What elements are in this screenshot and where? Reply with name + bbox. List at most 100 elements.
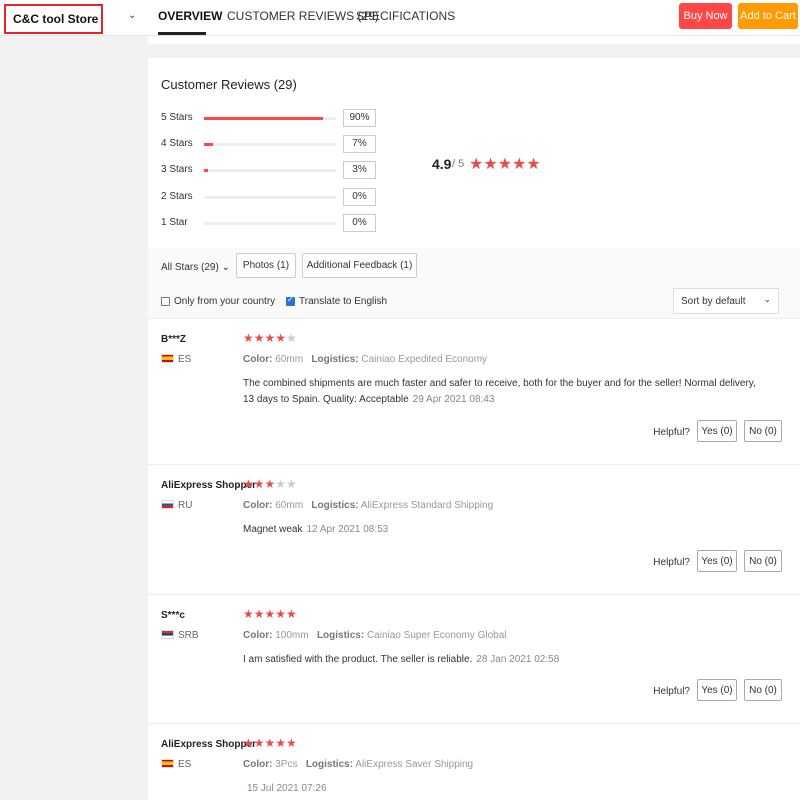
only-country-label: Only from your country	[174, 296, 276, 307]
chevron-down-icon: ⌄	[763, 294, 771, 304]
review-text: Magnet weak 12 Apr 2021 08:53	[243, 522, 763, 538]
rating-row-5[interactable]: 5 Stars 90%	[161, 109, 391, 127]
color-key: Color:	[243, 500, 273, 511]
reviews-panel: Customer Reviews (29) 5 Stars 90% 4 Star…	[148, 58, 800, 800]
average-star-icons: ★★★★★	[469, 156, 541, 173]
translate-checkbox[interactable]	[286, 295, 295, 306]
helpful-no-button[interactable]: No (0)	[744, 679, 782, 701]
reviewer-name: B***Z	[161, 334, 187, 345]
review-star-icons: ★★★★★	[243, 331, 297, 345]
additional-feedback-button[interactable]: Additional Feedback (1)	[302, 253, 417, 278]
review-date: 28 Jan 2021 02:58	[476, 654, 560, 665]
logistics-value: AliExpress Standard Shipping	[360, 500, 494, 511]
review-item: B***Z ★★★★★ ES Color: 60mm Logistics: Ca…	[148, 318, 800, 464]
translate-option[interactable]: Translate to English	[286, 295, 388, 307]
helpful-label: Helpful?	[653, 557, 690, 568]
buy-now-button[interactable]: Buy Now	[679, 3, 732, 29]
review-date: 12 Apr 2021 08:53	[306, 524, 389, 535]
review-star-icons: ★★★★★	[243, 736, 297, 750]
rating-bar-fill	[204, 169, 208, 172]
rating-row-4[interactable]: 4 Stars 7%	[161, 135, 391, 153]
only-country-checkbox[interactable]	[161, 297, 170, 306]
star-off-icons: ★	[286, 331, 297, 345]
review-filters: All Stars (29) ⌄ Photos (1) Additional F…	[148, 248, 800, 318]
star-on-icons: ★★★	[243, 477, 276, 491]
helpful-no-button[interactable]: No (0)	[744, 550, 782, 572]
helpful-label: Helpful?	[653, 427, 690, 438]
helpful-label: Helpful?	[653, 686, 690, 697]
rating-percent: 0%	[343, 214, 376, 232]
top-nav-bar: C&C tool Store ⌄ OVERVIEW CUSTOMER REVIE…	[0, 0, 800, 36]
review-attributes: Color: 60mm Logistics: Cainiao Expedited…	[243, 354, 487, 365]
reviewer-country: RU	[178, 500, 193, 511]
average-score: 4.9	[432, 156, 452, 172]
rating-label: 2 Stars	[161, 191, 193, 202]
photos-filter-button[interactable]: Photos (1)	[236, 253, 296, 278]
store-selector[interactable]: C&C tool Store	[4, 4, 103, 34]
review-body: Magnet weak	[243, 524, 303, 535]
store-name: C&C tool Store	[13, 12, 99, 26]
serbia-flag-icon	[161, 630, 174, 639]
color-value: 3Pcs	[275, 759, 298, 770]
reviewer-country: ES	[178, 759, 192, 770]
review-text: 15 Jul 2021 07:26	[243, 781, 763, 797]
helpful-yes-button[interactable]: Yes (0)	[697, 550, 737, 572]
color-key: Color:	[243, 630, 273, 641]
sort-select[interactable]: Sort by default ⌄	[673, 288, 779, 314]
reviews-title: Customer Reviews (29)	[161, 77, 297, 92]
tab-specifications[interactable]: SPECIFICATIONS	[356, 9, 455, 23]
helpful-yes-button[interactable]: Yes (0)	[697, 679, 737, 701]
review-body: The combined shipments are much faster a…	[243, 378, 756, 405]
helpful-yes-button[interactable]: Yes (0)	[697, 420, 737, 442]
helpful-no-button[interactable]: No (0)	[744, 420, 782, 442]
tab-overview[interactable]: OVERVIEW	[158, 9, 222, 23]
review-star-icons: ★★★★★	[243, 477, 297, 491]
add-to-cart-button[interactable]: Add to Cart	[738, 3, 798, 29]
review-date: 29 Apr 2021 08:43	[412, 394, 495, 405]
reviewer-name: S***c	[161, 610, 185, 621]
rating-percent: 90%	[343, 109, 376, 127]
star-on-icons: ★★★★★	[243, 736, 297, 750]
review-item: AliExpress Shopper ★★★★★ ES Color: 3Pcs …	[148, 723, 800, 800]
review-text: The combined shipments are much faster a…	[243, 376, 763, 408]
rating-bar	[204, 143, 336, 146]
rating-bar	[204, 117, 336, 120]
chevron-down-icon[interactable]: ⌄	[128, 10, 136, 21]
main-top-strip	[148, 36, 800, 44]
rating-percent: 3%	[343, 161, 376, 179]
rating-percent: 0%	[343, 188, 376, 206]
rating-bar	[204, 222, 336, 225]
reviewer-name: AliExpress Shopper	[161, 739, 257, 750]
rating-percent: 7%	[343, 135, 376, 153]
rating-bar-fill	[204, 117, 323, 120]
rating-label: 4 Stars	[161, 138, 193, 149]
logistics-key: Logistics:	[311, 354, 359, 365]
review-attributes: Color: 3Pcs Logistics: AliExpress Saver …	[243, 759, 473, 770]
review-attributes: Color: 100mm Logistics: Cainiao Super Ec…	[243, 630, 506, 641]
translate-label: Translate to English	[299, 296, 388, 307]
sort-label: Sort by default	[681, 295, 746, 307]
color-key: Color:	[243, 759, 273, 770]
all-stars-filter[interactable]: All Stars (29) ⌄	[161, 262, 230, 273]
logistics-key: Logistics:	[305, 759, 354, 770]
review-item: S***c ★★★★★ SRB Color: 100mm Logistics: …	[148, 594, 800, 723]
star-on-icons: ★★★★★	[243, 607, 297, 621]
rating-label: 5 Stars	[161, 112, 193, 123]
review-date: 15 Jul 2021 07:26	[247, 783, 327, 794]
active-tab-underline	[158, 32, 206, 35]
color-value: 60mm	[275, 354, 304, 365]
rating-row-3[interactable]: 3 Stars 3%	[161, 161, 391, 179]
star-on-icons: ★★★★	[243, 331, 287, 345]
spain-flag-icon	[161, 354, 174, 363]
all-stars-label: All Stars (29)	[161, 262, 219, 273]
logistics-key: Logistics:	[316, 630, 365, 641]
score-max: / 5	[452, 158, 465, 170]
only-country-option[interactable]: Only from your country	[161, 296, 275, 307]
color-value: 100mm	[275, 630, 309, 641]
rating-bar	[204, 169, 336, 172]
rating-row-2[interactable]: 2 Stars 0%	[161, 188, 391, 206]
color-key: Color:	[243, 354, 273, 365]
star-off-icons: ★★	[275, 477, 297, 491]
review-attributes: Color: 60mm Logistics: AliExpress Standa…	[243, 500, 493, 511]
rating-row-1[interactable]: 1 Star 0%	[161, 214, 391, 232]
